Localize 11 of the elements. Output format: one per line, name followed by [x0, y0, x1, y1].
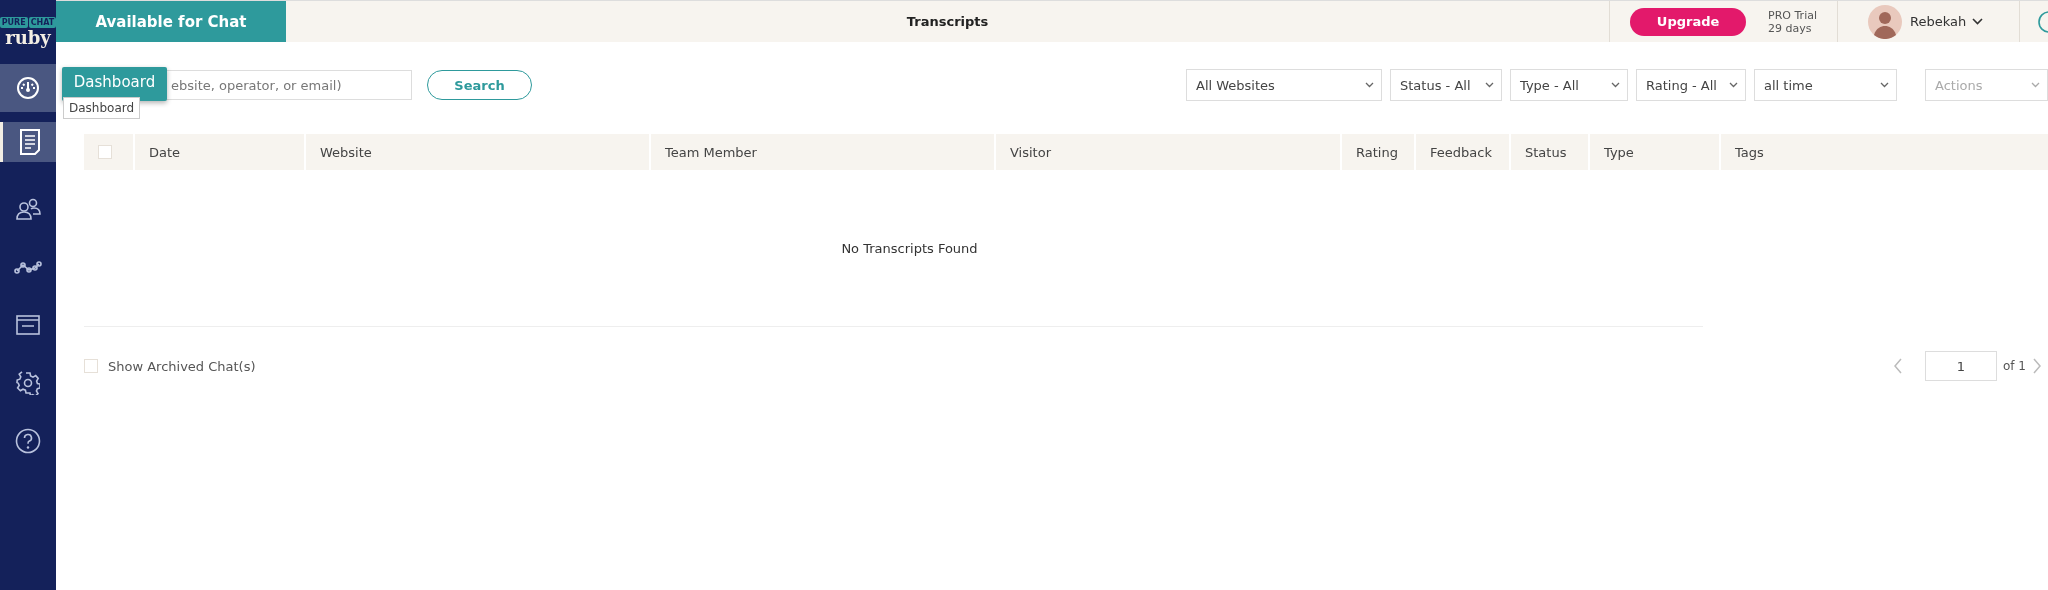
logo-wordmark: ruby — [5, 29, 51, 47]
logo-badge: CHAT — [28, 17, 57, 28]
checkbox-label: Show Archived Chat(s) — [108, 358, 256, 374]
page-title: Transcripts — [906, 14, 989, 29]
page-count: of 1 — [2003, 359, 2026, 373]
trial-text: PRO Trial — [1768, 8, 1817, 22]
empty-message: No Transcripts Found — [841, 240, 978, 256]
trial-text: 29 days — [1768, 21, 1813, 35]
tooltip: Dashboard — [63, 97, 141, 119]
logo-badge: PURE — [0, 17, 28, 28]
hover-label: Dashboard — [62, 67, 167, 101]
